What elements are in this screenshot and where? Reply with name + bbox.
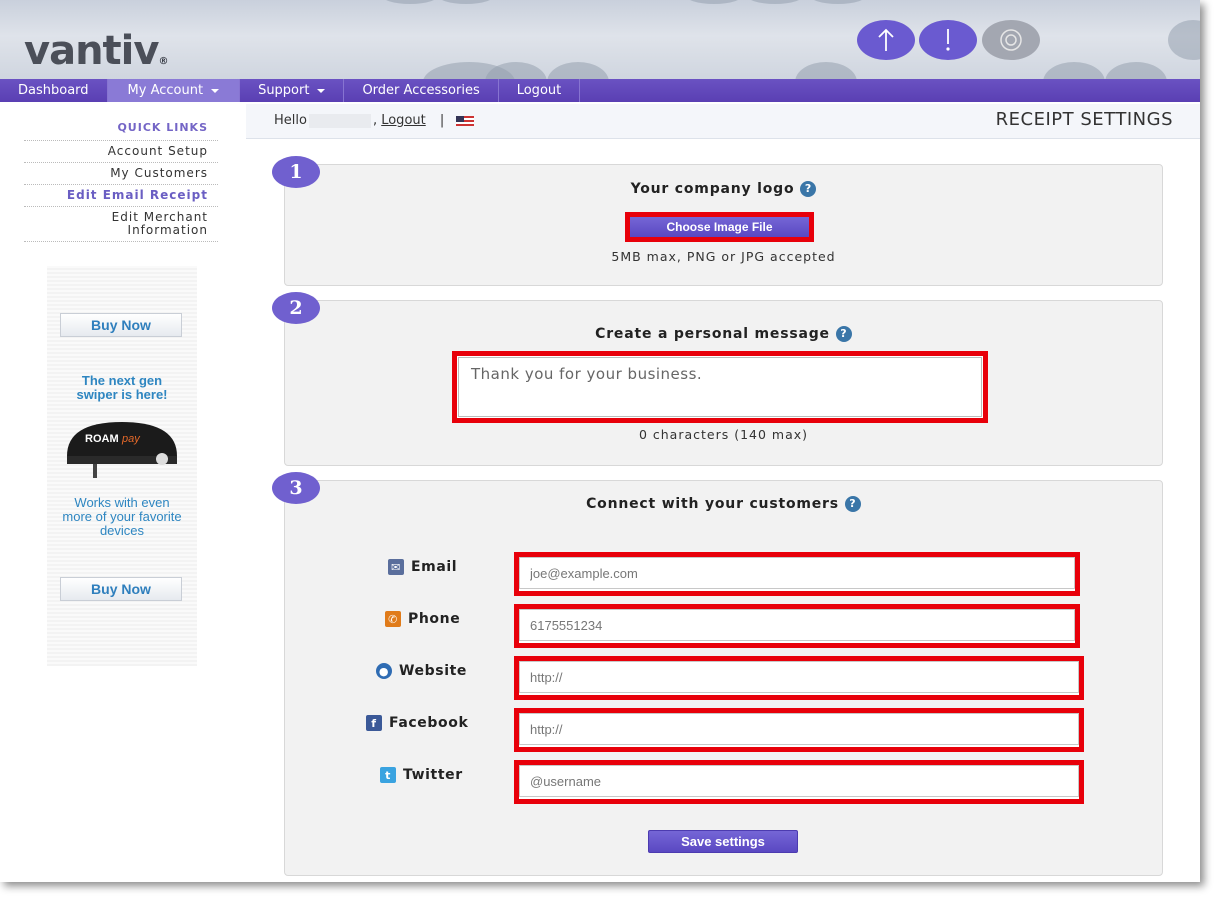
step-1-badge: 1 xyxy=(272,156,320,188)
logo-panel-title: Your company logo? xyxy=(285,181,1162,197)
chevron-down-icon xyxy=(211,88,220,93)
nav-logout[interactable]: Logout xyxy=(499,79,581,102)
sidebar-item-edit-email-receipt[interactable]: Edit Email Receipt xyxy=(24,185,218,207)
main-nav: Dashboard My Account Support Order Acces… xyxy=(0,79,1200,102)
svg-text:ROAM: ROAM xyxy=(85,433,119,445)
personal-message-textarea[interactable]: Thank you for your business. xyxy=(458,357,982,417)
facebook-field[interactable] xyxy=(519,713,1079,745)
browser-frame: vantiv® Dashboard My Account Support Ord… xyxy=(0,0,1200,882)
user-name-redacted xyxy=(308,113,371,128)
phone-icon: ✆ xyxy=(385,611,401,627)
logout-link[interactable]: Logout xyxy=(381,113,426,128)
promo-headline: The next gen swiper is here! xyxy=(76,373,168,402)
us-flag-icon[interactable] xyxy=(456,115,475,126)
svg-text:pay: pay xyxy=(121,433,141,445)
email-field[interactable] xyxy=(519,557,1075,589)
promo-works-text: Works with even more of your favorite de… xyxy=(62,495,182,538)
website-field[interactable] xyxy=(519,661,1079,693)
facebook-label: f Facebook xyxy=(366,715,468,731)
quick-links: QUICK LINKS Account Setup My Customers E… xyxy=(24,110,218,242)
globe-icon: ● xyxy=(376,663,392,679)
twitter-field[interactable] xyxy=(519,765,1079,797)
greeting: Hello, Logout | xyxy=(274,113,475,128)
choose-image-file-button[interactable]: Choose Image File xyxy=(630,217,809,237)
buy-now-button[interactable]: Buy Now xyxy=(60,313,182,337)
character-count: 0 characters (140 max) xyxy=(638,427,809,442)
twitter-label: t Twitter xyxy=(380,767,463,783)
alert-icon[interactable] xyxy=(919,20,977,60)
nav-my-account[interactable]: My Account xyxy=(107,79,241,102)
vantiv-logo[interactable]: vantiv® xyxy=(24,28,168,74)
greeting-bar: Hello, Logout | RECEIPT SETTINGS xyxy=(246,104,1200,139)
nav-support[interactable]: Support xyxy=(240,79,345,102)
help-icon[interactable]: ? xyxy=(800,181,817,197)
chevron-down-icon xyxy=(317,88,326,93)
sidebar-item-edit-merchant-information[interactable]: Edit Merchant Information xyxy=(24,207,218,242)
step-2-badge: 2 xyxy=(272,292,320,324)
sidebar-item-my-customers[interactable]: My Customers xyxy=(24,163,218,185)
connect-panel-title: Connect with your customers? xyxy=(285,496,1162,512)
nav-dashboard[interactable]: Dashboard xyxy=(0,79,108,102)
website-label: ● Website xyxy=(376,663,467,679)
card-reader-image: ROAM pay xyxy=(67,422,177,478)
twitter-icon: t xyxy=(380,767,396,783)
phone-label: ✆ Phone xyxy=(385,611,460,627)
phone-field[interactable] xyxy=(519,609,1075,641)
buy-now-button[interactable]: Buy Now xyxy=(60,577,182,601)
help-icon[interactable]: ? xyxy=(835,326,852,342)
save-settings-button[interactable]: Save settings xyxy=(648,830,798,853)
page-title: RECEIPT SETTINGS xyxy=(995,109,1173,130)
help-icon[interactable]: ? xyxy=(844,496,861,512)
facebook-icon: f xyxy=(366,715,382,731)
nav-order-accessories[interactable]: Order Accessories xyxy=(344,79,499,102)
header-banner: vantiv® xyxy=(0,0,1200,80)
step-3-badge: 3 xyxy=(272,472,320,504)
upload-icon[interactable] xyxy=(857,20,915,60)
target-icon[interactable] xyxy=(982,20,1040,60)
sidebar-item-account-setup[interactable]: Account Setup xyxy=(24,140,218,163)
email-label: ✉ Email xyxy=(388,559,457,575)
quick-links-title: QUICK LINKS xyxy=(117,121,208,134)
promo-banner: Buy Now The next gen swiper is here! ROA… xyxy=(47,266,197,666)
envelope-icon: ✉ xyxy=(388,559,404,575)
message-panel-title: Create a personal message? xyxy=(285,326,1162,342)
logo-note: 5MB max, PNG or JPG accepted xyxy=(611,249,836,264)
